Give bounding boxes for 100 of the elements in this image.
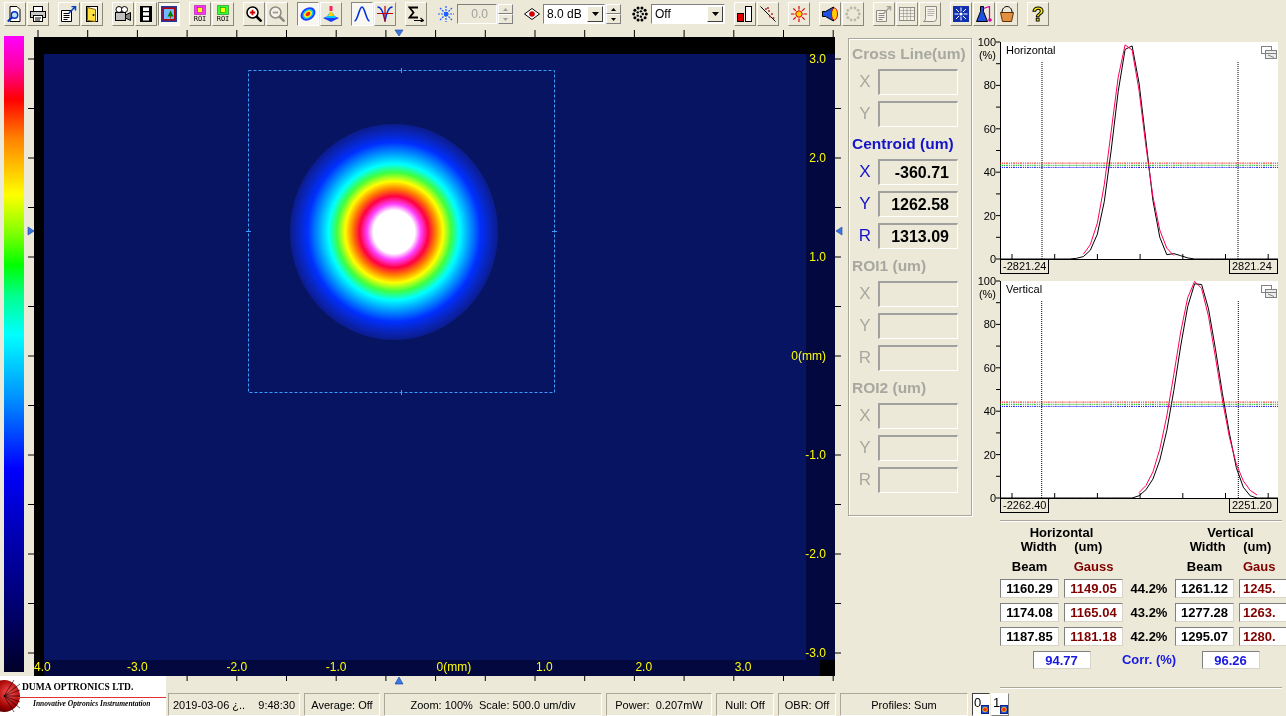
axis-label: 100 [977,36,996,48]
sun-icon [791,6,807,22]
down-arrow-icon [611,17,616,21]
scroll-icon [922,6,938,22]
picture-icon [161,6,177,22]
bucket-icon [999,6,1015,22]
axis-title: (%) [978,288,996,300]
axis-label: 40 [983,405,996,418]
camera-dot-icon [1000,705,1009,714]
field-label: X [859,284,871,304]
axis-label: 80 [983,79,996,92]
axis-label: 20 [983,209,996,222]
field-label: X [859,406,871,426]
video-camera-icon [115,6,131,22]
axis-title: (%) [978,49,996,61]
axis-label: 4.0 [33,660,51,674]
axis-label: -2.0 [805,547,826,561]
sigma-icon [408,6,424,22]
grid-icon [899,6,915,22]
axis-range-label: -2262.40 [1000,499,1049,513]
dotted-ring-icon [845,6,861,22]
correlation-value: 96.26 [1201,651,1260,669]
field-label: R [858,226,872,246]
up-arrow-icon [503,7,508,11]
axis-range-label: -2821.24 [1000,260,1049,274]
field-label: R [858,470,872,490]
spin-up-button[interactable] [606,4,621,14]
column-header: Beam [1186,560,1223,574]
width-value: 1245. [1239,579,1286,598]
axis-label: 3.0 [809,52,826,66]
axis-label: 40 [983,166,996,179]
column-header: Beam [1011,560,1048,574]
dropdown[interactable]: 8.0 dB [543,4,605,24]
axis-label: 0(mm) [436,660,472,674]
clip-level-label: 44.2% [1130,581,1168,596]
status-text: 9:48:30 [258,698,295,711]
value-field: 1262.58 [878,191,958,217]
roi-rectangle[interactable] [245,67,558,396]
axis-label: 60 [983,361,996,374]
printer-icon [30,6,46,22]
dropdown-button[interactable] [587,6,603,22]
column-group-subtitle: Width (um) [1020,540,1103,554]
field-label: X [859,72,871,92]
status-text: Profiles: Sum [871,698,937,711]
company-name: DUMA OPTRONICS LTD. [22,681,134,693]
document-arrow-icon [876,6,892,22]
section-title: Centroid (um) [852,134,954,154]
value-field: 1313.09 [878,223,958,249]
window-stack-icon[interactable] [1261,285,1277,298]
status-text: 2019-03-06 ¿.. [173,698,246,711]
width-value: 1174.08 [1000,603,1059,622]
status-text: Null: Off [725,698,765,711]
column-header: Gauss [1073,560,1114,574]
correlation-value: 94.77 [1032,651,1091,669]
status-text: Power: 0.207mW [615,698,703,711]
chart-title: Vertical [1006,283,1043,295]
section-title: Cross Line(um) [852,44,966,64]
width-value: 1295.07 [1175,627,1234,646]
axis-label: 2.0 [635,660,653,674]
column-group-title: Vertical [1207,526,1254,540]
axis-label: 1.0 [536,660,553,674]
axis-label: -3.0 [127,660,148,674]
zoom-out-icon [269,6,285,22]
roi-square-icon [217,5,229,15]
toolbar-button[interactable] [158,2,180,26]
toolbar-button[interactable] [351,2,373,26]
column-group-subtitle: Width (um) [1189,540,1272,554]
axis-label: 0(mm) [791,349,826,363]
width-value: 1277.28 [1175,603,1234,622]
axis-range-label: 2251.20 [1229,499,1278,513]
starburst-icon [438,6,454,22]
clip-level-label: 43.2% [1130,605,1168,620]
pattern-tile-icon [953,6,969,22]
status-text: Average: Off [311,698,373,711]
column-header: Gaus [1243,560,1276,574]
spin-down-button[interactable] [606,14,621,24]
axis-label: 80 [983,318,996,331]
dropdown[interactable]: Off [651,4,725,24]
dropdown-button[interactable] [707,6,723,22]
axis-label: 0 [989,253,996,265]
width-value: 1263. [1239,603,1286,622]
axis-label: -1.0 [325,660,347,674]
toolbar-button[interactable] [297,2,319,26]
axis-label: 2.0 [809,151,826,165]
field-label: Y [859,438,871,458]
up-arrow-icon [611,7,616,11]
camera-selector[interactable]: 1 [991,693,1009,716]
field-label: R [858,348,872,368]
width-value: 1187.85 [1000,627,1059,646]
window-stack-icon[interactable] [1261,46,1277,59]
megaphone-icon [822,6,838,22]
axis-label: -3.0 [805,646,826,660]
crossed-curves-icon [377,6,393,22]
axis-label: 0 [989,492,996,504]
down-arrow-icon [503,17,508,21]
field-label: Y [859,104,871,124]
camera-dot-icon [981,705,990,714]
camera-selector[interactable]: 0 [972,693,990,716]
document-arrow-icon [61,6,77,22]
width-value: 1160.29 [1000,579,1059,598]
